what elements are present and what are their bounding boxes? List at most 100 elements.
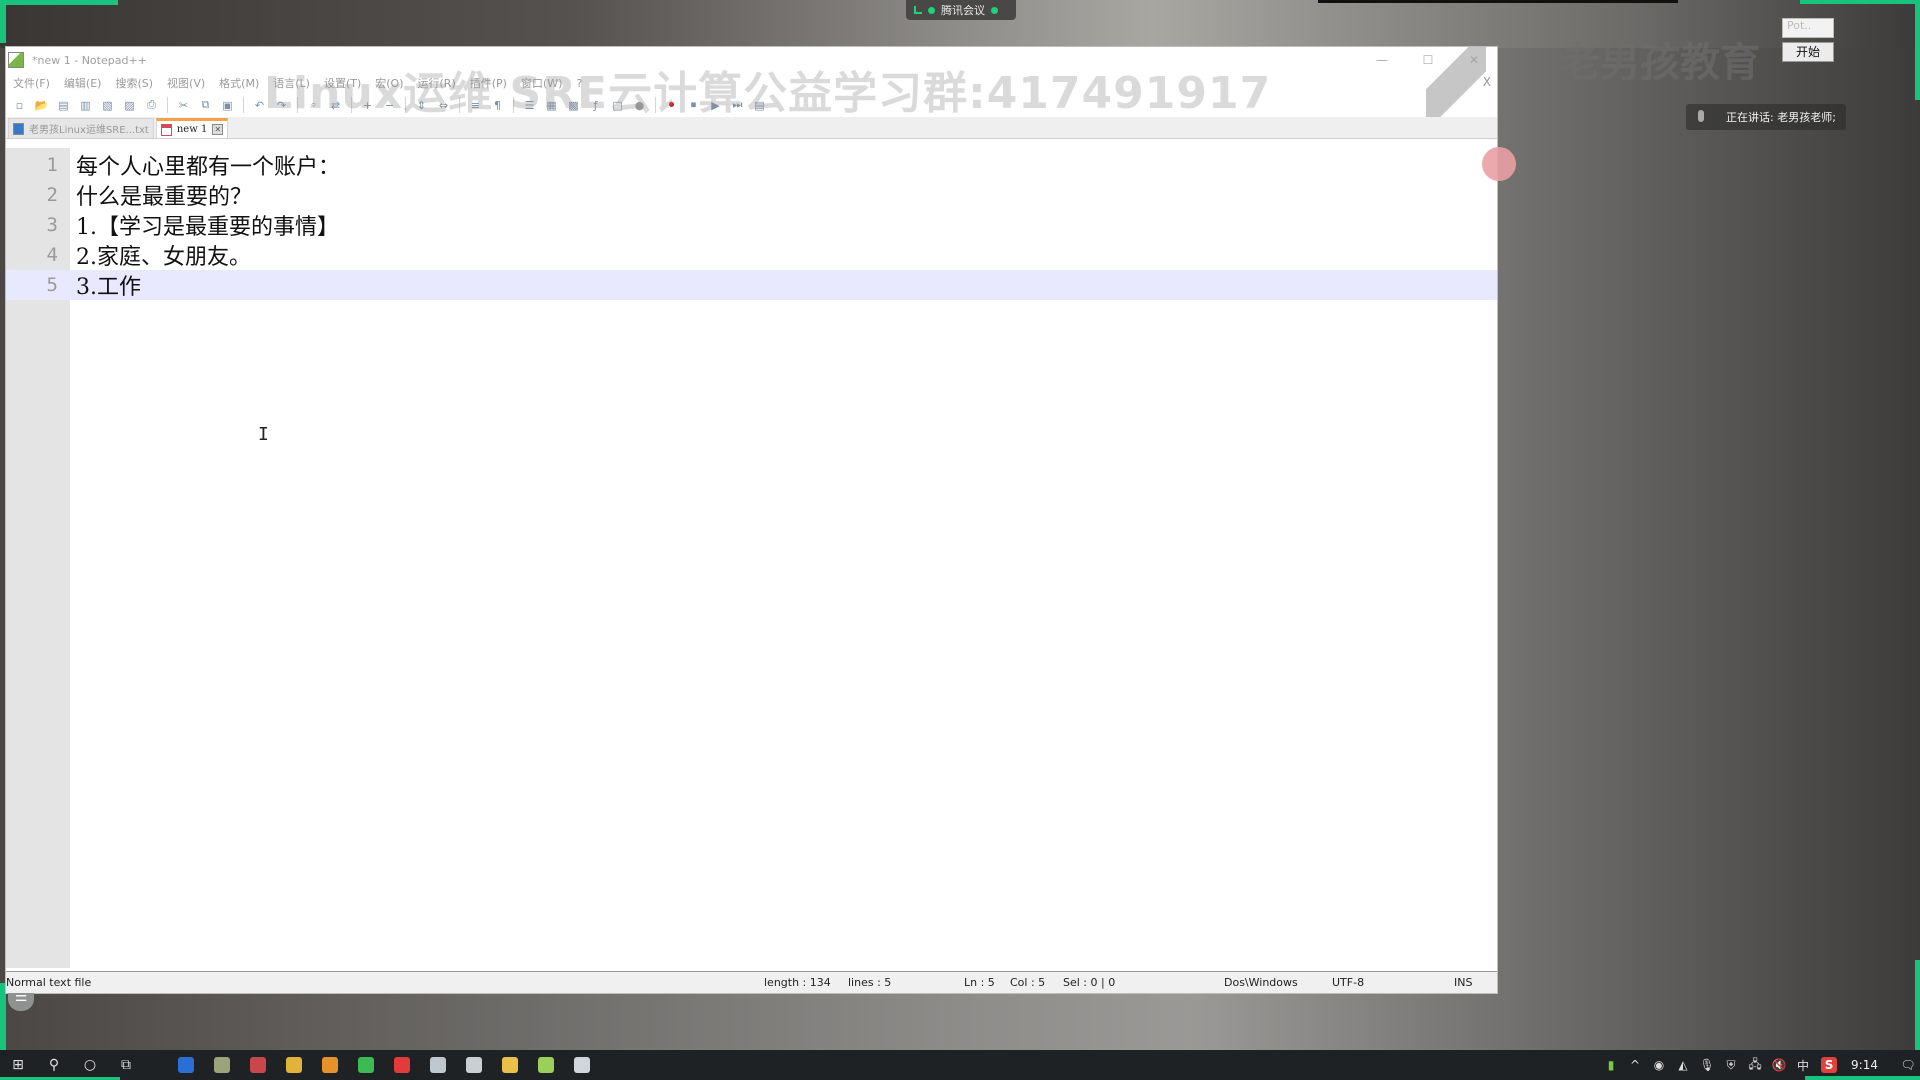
redo-icon[interactable]: ↷ <box>272 96 291 115</box>
zoom-out-icon[interactable]: − <box>380 96 399 115</box>
close-all-icon[interactable]: ▨ <box>120 96 139 115</box>
line-text[interactable]: 1.【学习是最重要的事情】 <box>70 209 339 241</box>
start-button[interactable]: 开始 <box>1782 42 1834 62</box>
doc-map-icon[interactable]: ▩ <box>564 96 583 115</box>
sogou-ime-icon[interactable]: S <box>1821 1057 1838 1073</box>
text-lines[interactable]: 1 每个人心里都有一个账户： 2 什么是最重要的？ 3 1.【学习是最重要的事情】 4 2.家… <box>6 150 1497 300</box>
tab-new-1[interactable]: new 1 ✕ <box>155 118 229 138</box>
run-macro-multi-icon[interactable]: ⏭ <box>728 96 747 115</box>
close-document-button[interactable]: X <box>1483 75 1491 89</box>
start-windows-icon[interactable]: ⊞ <box>0 1050 36 1080</box>
tab-close-icon[interactable]: ✕ <box>212 124 224 135</box>
meeting-tray-icon[interactable]: ◭ <box>1671 1050 1695 1080</box>
editor-line[interactable]: 5 3.工作 <box>6 270 1497 300</box>
monitor-icon[interactable]: ● <box>630 96 649 115</box>
menu-item[interactable]: 视图(V) <box>160 75 212 91</box>
status-encoding[interactable]: UTF-8 <box>1332 976 1364 989</box>
sync-v-icon[interactable]: ⇕ <box>412 96 431 115</box>
usb-icon[interactable]: ▮ <box>1599 1050 1623 1080</box>
editor-line[interactable]: 4 2.家庭、女朋友。 <box>6 240 1497 270</box>
menu-item[interactable]: 窗口(W) <box>514 75 569 91</box>
replace-icon[interactable]: ⇄ <box>326 96 345 115</box>
taskbar-app-qq[interactable] <box>384 1050 420 1080</box>
sync-h-icon[interactable]: ⇔ <box>434 96 453 115</box>
editor-line[interactable]: 3 1.【学习是最重要的事情】 <box>6 210 1497 240</box>
cortana-icon[interactable]: ○ <box>72 1050 108 1080</box>
save-all-icon[interactable]: ▥ <box>76 96 95 115</box>
taskbar-app-notepad-plus[interactable] <box>528 1050 564 1080</box>
status-eol[interactable]: Dos\Windows <box>1224 976 1298 989</box>
taskbar-app-red-app[interactable] <box>240 1050 276 1080</box>
folder-ws-icon[interactable]: □ <box>608 96 627 115</box>
tab-doc-1[interactable]: 老男孩Linux运维SRE...txt <box>8 118 154 138</box>
show-hidden-icon[interactable]: ^ <box>1623 1050 1647 1080</box>
editor-line[interactable]: 2 什么是最重要的？ <box>6 180 1497 210</box>
editor-area[interactable]: 1 每个人心里都有一个账户： 2 什么是最重要的？ 3 1.【学习是最重要的事情】 4 2.家… <box>6 148 1497 968</box>
paste-icon[interactable]: ▣ <box>218 96 237 115</box>
menu-item[interactable]: 语言(L) <box>266 75 317 91</box>
microphone-icon[interactable]: 🎙 <box>1695 1050 1719 1080</box>
open-file-icon[interactable]: 📂 <box>32 96 51 115</box>
play-macro-icon[interactable]: ▶ <box>706 96 725 115</box>
minimize-button[interactable]: — <box>1359 47 1405 73</box>
menu-item[interactable]: 格式(M) <box>212 75 266 91</box>
show-all-icon[interactable]: ¶ <box>488 96 507 115</box>
save-macro-icon[interactable]: ▤ <box>750 96 769 115</box>
line-text[interactable]: 什么是最重要的？ <box>70 179 252 211</box>
taskbar-app-remote-desktop[interactable] <box>420 1050 456 1080</box>
taskbar-app-wechat[interactable] <box>348 1050 384 1080</box>
status-insert-mode[interactable]: INS <box>1454 976 1472 989</box>
tencent-meeting-icon <box>178 1057 194 1073</box>
line-text[interactable]: 每个人心里都有一个账户： <box>70 149 340 181</box>
network-icon[interactable]: 🖧 <box>1743 1050 1767 1080</box>
taskbar-app-orange-app[interactable] <box>312 1050 348 1080</box>
func-list-icon[interactable]: ƒ <box>586 96 605 115</box>
task-view-icon[interactable]: ⧉ <box>108 1050 144 1080</box>
menu-item[interactable]: ? <box>569 77 589 90</box>
zoom-in-icon[interactable]: + <box>358 96 377 115</box>
line-text[interactable]: 3.工作 <box>70 269 141 301</box>
menu-item[interactable]: 宏(O) <box>368 75 410 91</box>
meeting-status-pill[interactable]: 腾讯会议 <box>906 0 1016 20</box>
title-bar[interactable]: *new 1 - Notepad++ — ☐ ✕ <box>6 47 1497 73</box>
security-icon[interactable]: ⛨ <box>1719 1050 1743 1080</box>
copy-icon[interactable]: ⧉ <box>196 96 215 115</box>
close-button[interactable]: ✕ <box>1451 47 1497 73</box>
menu-item[interactable]: 搜索(S) <box>108 75 160 91</box>
taskbar-app-xshell[interactable] <box>456 1050 492 1080</box>
line-number: 4 <box>46 244 58 266</box>
save-icon[interactable]: ▤ <box>54 96 73 115</box>
stop-macro-icon[interactable]: ⏹ <box>684 96 703 115</box>
taskbar-app-tencent-meeting[interactable] <box>168 1050 204 1080</box>
maximize-button[interactable]: ☐ <box>1405 47 1451 73</box>
menu-item[interactable]: 插件(P) <box>463 75 514 91</box>
volume-muted-icon[interactable]: 🔇 <box>1767 1050 1791 1080</box>
unknown-tool-icon <box>214 1057 230 1073</box>
taskbar-app-file-explorer[interactable] <box>492 1050 528 1080</box>
word-wrap-icon[interactable]: ≡ <box>466 96 485 115</box>
taskbar-app-chrome[interactable] <box>276 1050 312 1080</box>
search-icon[interactable]: ⚲ <box>36 1050 72 1080</box>
new-file-icon[interactable]: ▫ <box>10 96 29 115</box>
udl-icon[interactable]: ▦ <box>542 96 561 115</box>
taskbar-app-unknown-tool[interactable] <box>204 1050 240 1080</box>
editor-line[interactable]: 1 每个人心里都有一个账户： <box>6 150 1497 180</box>
taskbar-app-xftp[interactable] <box>564 1050 600 1080</box>
clock[interactable]: 9:14 <box>1843 1058 1896 1072</box>
toolbar-separator <box>167 97 168 113</box>
undo-icon[interactable]: ↶ <box>250 96 269 115</box>
menu-item[interactable]: 文件(F) <box>6 75 57 91</box>
menu-item[interactable]: 运行(R) <box>411 75 463 91</box>
cut-icon[interactable]: ✂ <box>174 96 193 115</box>
line-text[interactable]: 2.家庭、女朋友。 <box>70 239 251 271</box>
indent-guide-icon[interactable]: ☰ <box>520 96 539 115</box>
pot-button[interactable]: Pot.. <box>1782 18 1834 38</box>
menu-item[interactable]: 编辑(E) <box>57 75 109 91</box>
record-macro-icon[interactable]: ⏺ <box>662 96 681 115</box>
xshell-icon <box>466 1057 482 1073</box>
menu-item[interactable]: 设置(T) <box>317 75 368 91</box>
print-icon[interactable]: ⎙ <box>142 96 161 115</box>
color-app-icon[interactable]: ◉ <box>1647 1050 1671 1080</box>
find-icon[interactable]: ⌕ <box>304 96 323 115</box>
close-icon[interactable]: ▧ <box>98 96 117 115</box>
